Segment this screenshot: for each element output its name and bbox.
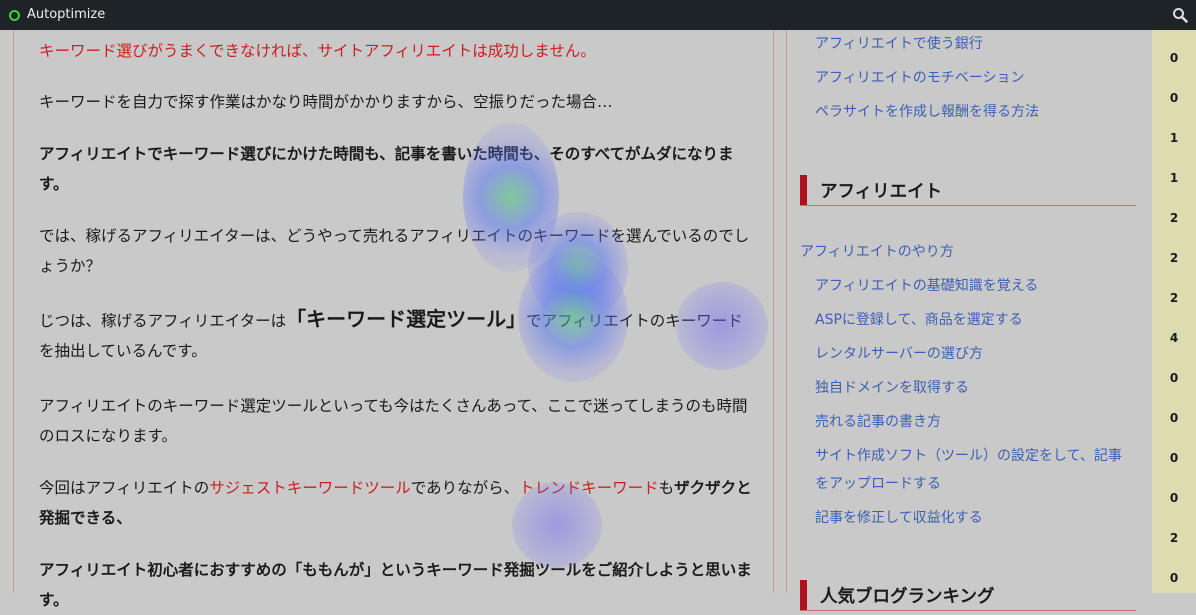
click-count: 4 <box>1169 331 1179 345</box>
search-icon[interactable] <box>1172 7 1188 23</box>
click-count: 1 <box>1169 171 1179 185</box>
click-count: 2 <box>1169 251 1179 265</box>
sidebar-link[interactable]: レンタルサーバーの選び方 <box>815 345 983 363</box>
article-paragraph-bold: アフィリエイト初心者におすすめの「ももんが」というキーワード発掘ツールをご紹介し… <box>39 555 754 615</box>
click-count: 0 <box>1169 371 1179 385</box>
heading-text: アフィリエイト <box>820 182 943 202</box>
click-count: 1 <box>1169 131 1179 145</box>
article-paragraph: アフィリエイトのキーワード選定ツールといっても今はたくさんあって、ここで迷ってし… <box>39 397 748 445</box>
article-content: キーワード選びがうまくできなければ、サイトアフィリエイトは成功しません。 キーワ… <box>13 30 774 609</box>
sidebar-divider <box>786 30 787 593</box>
sidebar-link[interactable]: 売れる記事の書き方 <box>815 413 941 431</box>
sidebar-heading: アフィリエイト <box>800 175 1136 206</box>
heading-accent-bar <box>800 580 807 610</box>
top-bar: Autoptimize <box>0 0 1196 30</box>
text-segment: でありながら、 <box>410 479 520 497</box>
text-segment: じつは、稼げるアフィリエイターは <box>39 312 287 330</box>
text-segment: 今回はアフィリエイトの <box>39 479 210 497</box>
article-paragraph: キーワードを自力で探す作業はかなり時間がかかりますから、空振りだった場合… <box>39 93 613 111</box>
sidebar-link[interactable]: アフィリエイトのモチベーション <box>815 69 1024 87</box>
sidebar-link[interactable]: アフィリエイトの基礎知識を覚える <box>815 277 1038 295</box>
sidebar-link[interactable]: アフィリエイトで使う銀行 <box>815 35 983 53</box>
click-count: 0 <box>1169 571 1179 585</box>
sidebar-link[interactable]: サイト作成ソフト（ツール）の設定をして、記事 <box>815 447 1122 465</box>
click-count-column: 0 0 1 1 2 2 2 4 0 0 0 0 2 0 <box>1152 30 1196 593</box>
article-paragraph: では、稼げるアフィリエイターは、どうやって売れるアフィリエイトのキーワードを選ん… <box>39 227 750 275</box>
article-paragraph: キーワード選びがうまくできなければ、サイトアフィリエイトは成功しません。 <box>39 42 596 60</box>
bold-text: アフィリエイト初心者におすすめの「ももんが」というキーワード発掘ツールをご紹介し… <box>39 561 752 609</box>
sidebar-link[interactable]: をアップロードする <box>815 475 941 493</box>
click-count: 0 <box>1169 451 1179 465</box>
click-count: 2 <box>1169 531 1179 545</box>
sidebar-link[interactable]: ペラサイトを作成し報酬を得る方法 <box>815 103 1039 121</box>
click-count: 0 <box>1169 411 1179 425</box>
plugin-title[interactable]: Autoptimize <box>27 7 105 23</box>
article-paragraph: じつは、稼げるアフィリエイターは「キーワード選定ツール」でアフィリエイトのキーワ… <box>39 304 754 366</box>
article-paragraph-bold: アフィリエイトでキーワード選びにかけた時間も、記事を書いた時間も、そのすべてがム… <box>39 139 754 199</box>
click-count: 2 <box>1169 211 1179 225</box>
click-count: 0 <box>1169 91 1179 105</box>
text-segment: も <box>658 479 675 497</box>
click-count: 0 <box>1169 491 1179 505</box>
sidebar-heading: 人気ブログランキング <box>800 580 1136 611</box>
sidebar-link[interactable]: 記事を修正して収益化する <box>815 509 983 527</box>
article-paragraph: 今回はアフィリエイトのサジェストキーワードツールでありながら、トレンドキーワード… <box>39 473 754 533</box>
heading-accent-bar <box>800 175 807 205</box>
sidebar-category-link[interactable]: アフィリエイトのやり方 <box>800 243 954 261</box>
heading-text: 人気ブログランキング <box>820 587 995 607</box>
bold-text: アフィリエイトでキーワード選びにかけた時間も、記事を書いた時間も、そのすべてがム… <box>39 145 734 193</box>
inline-link[interactable]: トレンドキーワード <box>519 479 659 497</box>
sidebar-link[interactable]: 独自ドメインを取得する <box>815 379 969 397</box>
sidebar-link[interactable]: ASPに登録して、商品を選定する <box>815 311 1023 329</box>
inline-link[interactable]: サジェストキーワードツール <box>209 479 411 497</box>
emphasis-text: 「キーワード選定ツール」 <box>286 307 527 331</box>
status-dot-icon <box>9 10 20 21</box>
click-count: 0 <box>1169 51 1179 65</box>
click-count: 2 <box>1169 291 1179 305</box>
